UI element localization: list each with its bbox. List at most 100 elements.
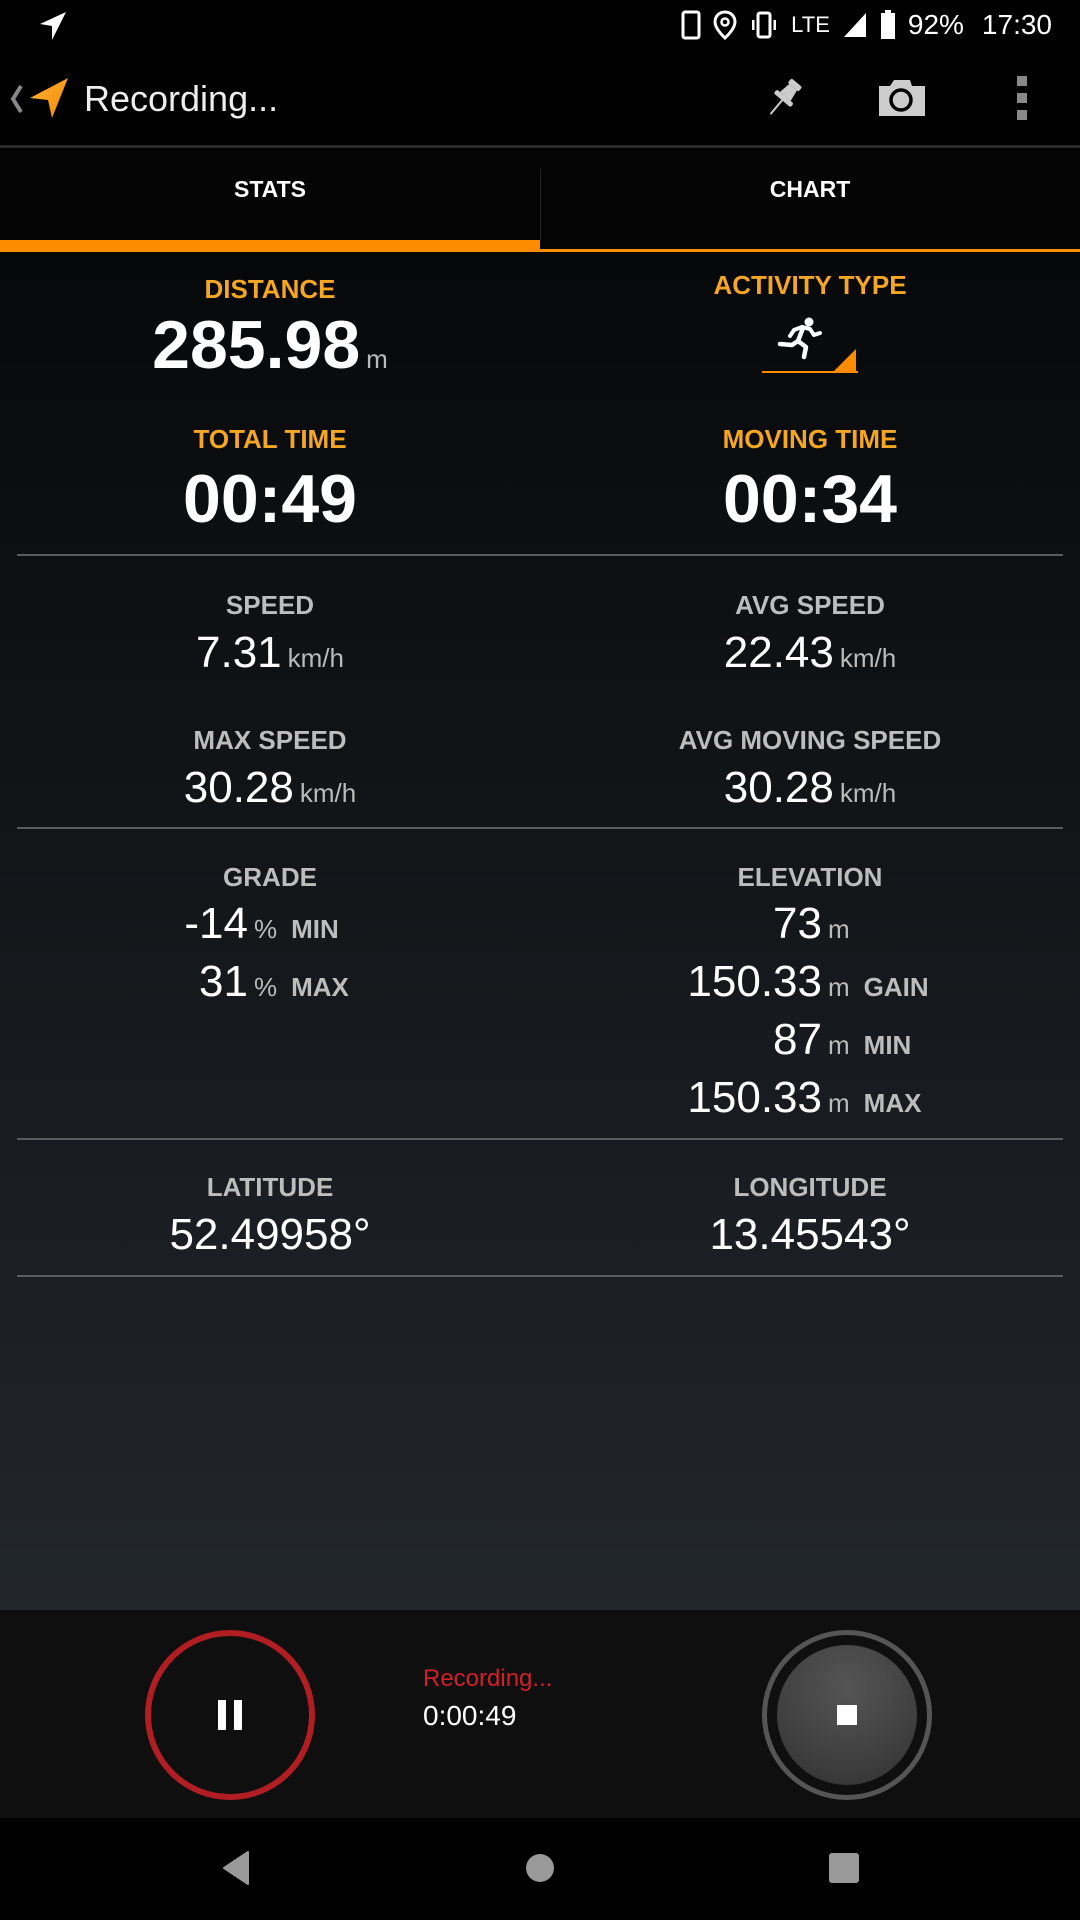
back-triangle-icon [220,1850,252,1891]
avg-moving-speed-label: AVG MOVING SPEED [678,725,942,755]
moving-time-value: 00:34 [723,461,897,537]
longitude-stat: LONGITUDE 13.45543° [540,1172,1080,1257]
elevation-gain-unit: m [828,972,850,1002]
stop-button[interactable] [762,1630,932,1800]
page-title: Recording... [84,78,279,119]
recording-elapsed-time: 0:00:49 [423,1700,517,1731]
elevation-gain-tag: GAIN [863,972,929,1002]
elevation-min-row: 87 m MIN [670,1018,911,1062]
avg-moving-speed-stat: AVG MOVING SPEED 30.28 km/h [540,725,1080,810]
elevation-max-value: 150.33 [687,1073,822,1122]
elevation-stat: ELEVATION [540,862,1080,893]
avg-speed-label: AVG SPEED [735,590,885,620]
grade-min-row: -14% MIN [180,902,380,946]
longitude-label: LONGITUDE [733,1172,887,1202]
tab-stats[interactable]: STATS [0,151,540,252]
grade-label: GRADE [223,862,317,892]
grade-max-row: 31% MAX [180,960,380,1004]
phone-icon [681,10,701,40]
pin-button[interactable] [756,72,812,128]
latitude-label: LATITUDE [206,1172,334,1202]
grade-stat: GRADE [0,862,540,893]
signal-icon [842,11,868,39]
latitude-value: 52.49958° [169,1210,371,1259]
elevation-max-tag: MAX [863,1088,922,1118]
battery-level: 92% [907,9,964,40]
divider [17,554,1063,556]
grade-min-value: -14 [184,899,248,948]
distance-unit: m [366,344,388,374]
overflow-menu-icon [1015,75,1029,126]
avg-speed-value: 22.43 [723,628,834,677]
action-bar: Recording... [0,50,1080,148]
pause-icon [218,1700,242,1730]
max-speed-value: 30.28 [183,763,294,812]
activity-type-stat: ACTIVITY TYPE [540,270,1080,375]
system-nav-bar [0,1818,1080,1920]
recording-controls: Recording... 0:00:49 [0,1610,1080,1818]
max-speed-unit: km/h [299,778,357,808]
max-speed-stat: MAX SPEED 30.28 km/h [0,725,540,810]
grade-max-value: 31 [199,957,248,1006]
recording-status: Recording... [423,1665,553,1692]
activity-type-label: ACTIVITY TYPE [713,270,907,300]
speed-label: SPEED [225,590,315,620]
longitude-value: 13.45543° [709,1210,911,1259]
back-chevron-icon[interactable] [8,82,24,121]
network-type: LTE [791,12,830,37]
elevation-min-tag: MIN [863,1030,912,1060]
vibrate-icon [749,10,779,40]
clock: 17:30 [981,9,1052,40]
location-pin-icon [713,10,737,40]
speed-unit: km/h [287,643,344,673]
pause-button[interactable] [145,1630,315,1800]
elevation-max-unit: m [828,1088,850,1118]
max-speed-label: MAX SPEED [193,725,347,755]
stop-icon [837,1705,857,1725]
nav-recents-button[interactable] [822,1848,866,1892]
nav-back-button[interactable] [214,1848,258,1892]
grade-max-unit: % [254,972,278,1002]
nav-home-button[interactable] [518,1848,562,1892]
dropdown-corner-indicator [762,349,858,373]
elevation-gain-row: 150.33 m GAIN [670,957,929,1006]
avg-moving-speed-unit: km/h [839,778,897,808]
speed-value: 7.31 [196,628,282,677]
total-time-stat: TOTAL TIME 00:49 [0,424,540,533]
total-time-label: TOTAL TIME [193,424,347,454]
activity-type-selector[interactable] [762,317,858,375]
elevation-min-value: 87 [773,1015,822,1064]
elevation-gain-value: 150.33 [687,957,822,1006]
latitude-stat: LATITUDE 52.49958° [0,1172,540,1257]
distance-stat: DISTANCE 285.98 m [0,274,540,379]
navigation-arrow-icon [38,10,68,47]
elevation-current-unit: m [828,914,850,944]
grade-max-tag: MAX [291,972,349,1002]
grade-min-tag: MIN [291,914,339,944]
overflow-menu-button[interactable] [994,72,1050,128]
total-time-value: 00:49 [183,461,357,537]
app-logo-icon[interactable] [28,76,72,125]
elevation-current-value: 73 [773,899,822,948]
pin-icon [760,74,808,127]
tab-bar: STATS CHART [0,151,1080,252]
camera-button[interactable] [874,72,930,128]
status-bar: LTE 92% 17:30 [0,0,1080,50]
elevation-current-row: 73 m [670,902,864,946]
home-circle-icon [524,1852,556,1889]
speed-stat: SPEED 7.31 km/h [0,590,540,675]
avg-speed-unit: km/h [839,643,897,673]
distance-label: DISTANCE [204,274,336,304]
moving-time-label: MOVING TIME [722,424,898,454]
tab-chart[interactable]: CHART [540,151,1080,252]
elevation-min-unit: m [828,1030,850,1060]
battery-icon [880,10,896,40]
camera-icon [876,76,928,125]
grade-min-unit: % [254,914,278,944]
divider [17,1275,1063,1277]
moving-time-stat: MOVING TIME 00:34 [540,424,1080,533]
divider [17,1138,1063,1140]
avg-speed-stat: AVG SPEED 22.43 km/h [540,590,1080,675]
divider [17,827,1063,829]
distance-value: 285.98 [152,307,361,383]
